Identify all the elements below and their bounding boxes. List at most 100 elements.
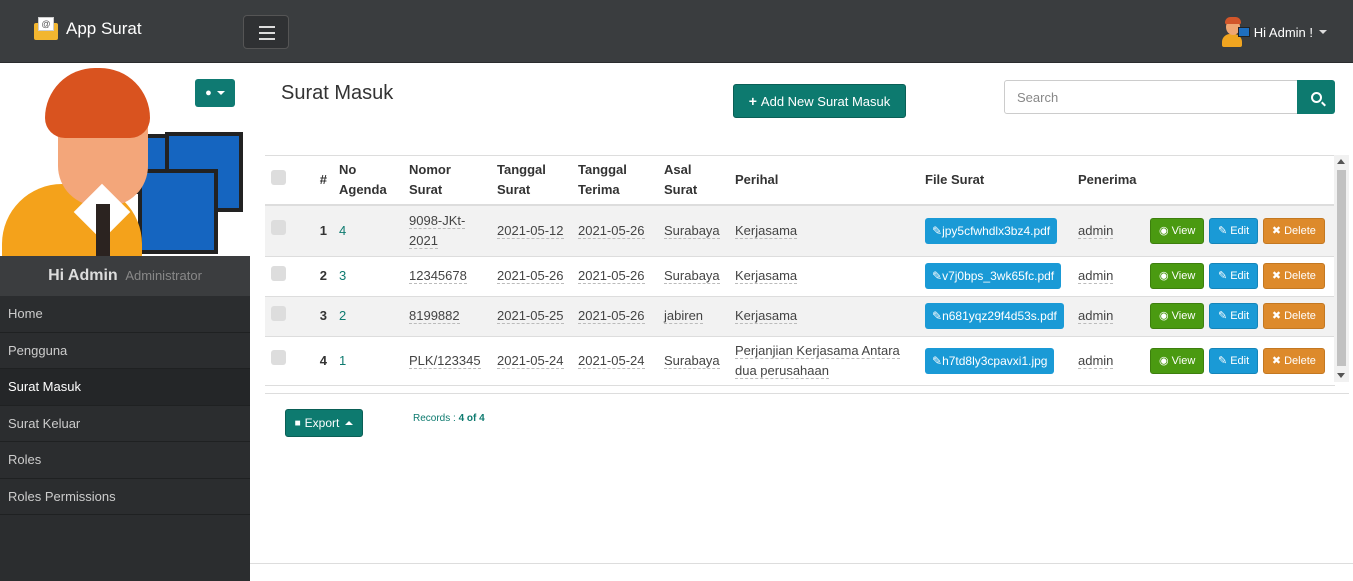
table-scrollbar[interactable] (1334, 155, 1349, 382)
nomor-surat[interactable]: PLK/123345 (409, 352, 481, 369)
scroll-up-icon[interactable] (1337, 159, 1345, 164)
header-asal-surat[interactable]: Asal Surat (658, 156, 729, 206)
sidebar-item-pengguna[interactable]: Pengguna (0, 333, 250, 369)
header-perihal[interactable]: Perihal (729, 156, 919, 206)
delete-button[interactable]: ✖ Delete (1262, 347, 1325, 374)
user-icon: ● (205, 87, 212, 99)
search-button[interactable] (1297, 80, 1335, 114)
row-checkbox[interactable] (271, 265, 286, 281)
tanggal-surat[interactable]: 2021-05-25 (497, 308, 564, 324)
paperclip-icon: ✎ (932, 353, 943, 368)
save-icon: ■ (294, 417, 301, 429)
brand[interactable]: @ App Surat (34, 17, 142, 41)
nomor-surat[interactable]: 8199882 (409, 308, 460, 324)
view-button[interactable]: ◉ View (1150, 303, 1205, 329)
scroll-thumb[interactable] (1337, 170, 1346, 366)
asal-surat[interactable]: Surabaya (664, 268, 720, 284)
penerima[interactable]: admin (1078, 222, 1114, 239)
nomor-surat[interactable]: 12345678 (409, 268, 467, 284)
sidebar-menu: Home Pengguna Surat Masuk Surat Keluar R… (0, 296, 250, 515)
profile-name: Hi Admin (48, 267, 118, 284)
no-agenda-link[interactable]: 2 (339, 308, 346, 323)
file-surat-button[interactable]: ✎jpy5cfwhdlx3bz4.pdf (925, 217, 1058, 244)
penerima[interactable]: admin (1078, 308, 1114, 324)
perihal[interactable]: Kerjasama (735, 222, 798, 239)
asal-surat[interactable]: Surabaya (664, 222, 720, 239)
header-penerima[interactable]: Penerima (1072, 156, 1144, 206)
search-icon (1310, 91, 1322, 103)
tanggal-terima[interactable]: 2021-05-26 (578, 222, 645, 239)
delete-button[interactable]: ✖ Delete (1262, 217, 1325, 244)
edit-icon: ✎ (1217, 270, 1231, 282)
row-checkbox[interactable] (271, 305, 286, 321)
profile-menu-button[interactable]: ● (195, 79, 235, 107)
sidebar-item-surat-masuk[interactable]: Surat Masuk (0, 369, 250, 406)
penerima[interactable]: admin (1078, 268, 1114, 284)
file-surat-button[interactable]: ✎n681yqz29f4d53s.pdf (925, 303, 1064, 329)
view-button[interactable]: ◉ View (1150, 347, 1205, 374)
view-button[interactable]: ◉ View (1150, 263, 1205, 289)
add-new-surat-masuk-button[interactable]: + Add New Surat Masuk (733, 84, 906, 118)
sidebar-toggle-button[interactable] (243, 15, 289, 49)
tanggal-surat[interactable]: 2021-05-26 (497, 268, 564, 284)
tanggal-terima[interactable]: 2021-05-26 (578, 308, 645, 324)
penerima[interactable]: admin (1078, 352, 1114, 369)
caret-down-icon (1319, 30, 1327, 34)
header-nomor-surat[interactable]: Nomor Surat (403, 156, 491, 206)
edit-button[interactable]: ✎ Edit (1208, 303, 1259, 329)
tanggal-surat[interactable]: 2021-05-24 (497, 352, 564, 369)
sidebar-item-home[interactable]: Home (0, 296, 250, 333)
file-surat-button[interactable]: ✎v7j0bps_3wk65fc.pdf (925, 263, 1062, 289)
tanggal-terima[interactable]: 2021-05-26 (578, 268, 645, 284)
delete-button[interactable]: ✖ Delete (1262, 263, 1325, 289)
edit-button[interactable]: ✎ Edit (1208, 263, 1259, 289)
tanggal-surat[interactable]: 2021-05-12 (497, 222, 564, 239)
perihal[interactable]: Perjanjian Kerjasama Antara dua perusaha… (735, 342, 900, 379)
edit-button[interactable]: ✎ Edit (1208, 347, 1259, 374)
no-agenda-link[interactable]: 3 (339, 268, 346, 283)
nomor-surat[interactable]: 9098-JKt-2021 (409, 212, 466, 249)
edit-button[interactable]: ✎ Edit (1208, 217, 1259, 244)
export-label: Export (304, 416, 340, 430)
export-button[interactable]: ■ Export (285, 409, 363, 437)
perihal[interactable]: Kerjasama (735, 308, 798, 324)
header-tanggal-surat[interactable]: Tanggal Surat (491, 156, 572, 206)
row-checkbox[interactable] (271, 220, 286, 236)
row-index: 4 (307, 336, 333, 386)
plus-icon: + (748, 93, 757, 109)
top-navbar: @ App Surat Hi Admin ! (0, 0, 1353, 63)
no-agenda-link[interactable]: 4 (339, 223, 346, 238)
select-all-checkbox[interactable] (271, 169, 286, 185)
sidebar-item-roles-permissions[interactable]: Roles Permissions (0, 479, 250, 515)
header-tanggal-terima[interactable]: Tanggal Terima (572, 156, 658, 206)
edit-icon: ✎ (1217, 224, 1231, 237)
page-title: Surat Masuk (281, 82, 394, 104)
view-button[interactable]: ◉ View (1150, 217, 1205, 244)
close-icon: ✖ (1271, 354, 1285, 367)
table-row: 1 4 9098-JKt-2021 2021-05-12 2021-05-26 … (265, 205, 1335, 257)
user-menu[interactable]: Hi Admin ! (1220, 17, 1327, 47)
perihal[interactable]: Kerjasama (735, 268, 798, 284)
scroll-down-icon[interactable] (1337, 373, 1345, 378)
header-file-surat[interactable]: File Surat (919, 156, 1072, 206)
surat-masuk-table: # No Agenda Nomor Surat Tanggal Surat Ta… (265, 155, 1349, 394)
tanggal-terima[interactable]: 2021-05-24 (578, 352, 645, 369)
asal-surat[interactable]: Surabaya (664, 352, 720, 369)
paperclip-icon: ✎ (932, 309, 943, 323)
delete-button[interactable]: ✖ Delete (1262, 303, 1325, 329)
search-input[interactable] (1004, 80, 1298, 114)
header-no-agenda[interactable]: No Agenda (333, 156, 403, 206)
edit-icon: ✎ (1217, 310, 1231, 322)
file-surat-button[interactable]: ✎h7td8ly3cpavxi1.jpg (925, 347, 1055, 374)
asal-surat[interactable]: jabiren (664, 308, 704, 324)
sidebar-item-surat-keluar[interactable]: Surat Keluar (0, 406, 250, 442)
close-icon: ✖ (1271, 270, 1285, 282)
eye-icon: ◉ (1159, 224, 1172, 237)
no-agenda-link[interactable]: 1 (339, 353, 346, 368)
row-checkbox[interactable] (271, 350, 286, 365)
table-header-row: # No Agenda Nomor Surat Tanggal Surat Ta… (265, 156, 1335, 206)
footer-divider (250, 563, 1353, 564)
sidebar-item-roles[interactable]: Roles (0, 442, 250, 479)
eye-icon: ◉ (1159, 270, 1172, 282)
eye-icon: ◉ (1159, 310, 1172, 322)
